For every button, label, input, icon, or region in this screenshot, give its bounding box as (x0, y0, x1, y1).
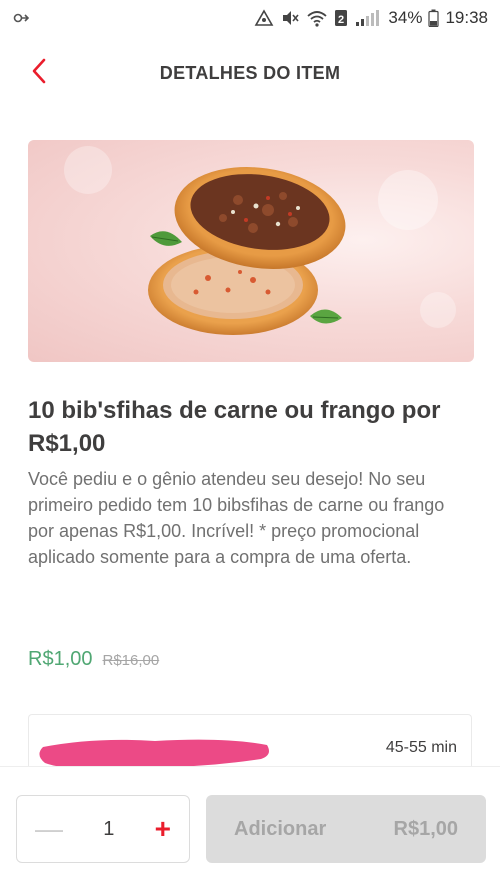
chevron-left-icon (31, 58, 47, 89)
item-title: 10 bib'sfihas de carne ou frango por R$1… (28, 397, 441, 457)
quantity-value: 1 (103, 817, 115, 840)
mute-icon (280, 9, 300, 27)
battery-icon (428, 9, 440, 27)
add-button-price: R$1,00 (393, 817, 459, 840)
header: DETALHES DO ITEM (0, 40, 500, 106)
bottom-action-bar: — 1 + Adicionar R$1,00 (0, 766, 500, 890)
sim-2-icon: 2 (334, 9, 348, 27)
back-button[interactable] (24, 58, 54, 88)
signal-icon (354, 9, 382, 27)
wifi-icon (306, 9, 328, 27)
add-button-label: Adicionar (234, 817, 327, 840)
notification-icon (12, 10, 30, 26)
add-to-cart-button[interactable]: Adicionar R$1,00 (206, 795, 486, 863)
item-description: Você pediu e o gênio atendeu seu desejo!… (28, 469, 445, 567)
increase-quantity-button[interactable]: + (155, 815, 171, 843)
delivery-time: 45-55 min (385, 739, 457, 756)
decrease-quantity-button[interactable]: — (35, 815, 63, 843)
item-image (28, 140, 474, 362)
status-bar: 2 34% 19:38 (0, 0, 500, 36)
battery-percent: 34% (388, 8, 423, 27)
data-saver-icon (254, 9, 274, 27)
svg-text:2: 2 (338, 14, 344, 26)
item-old-price: R$16,00 (102, 652, 160, 669)
quantity-stepper: — 1 + (16, 795, 190, 863)
item-price: R$1,00 (28, 648, 93, 670)
clock: 19:38 (445, 8, 488, 27)
page-title: DETALHES DO ITEM (159, 62, 341, 83)
price-row: R$1,00 R$16,00 (28, 648, 159, 671)
